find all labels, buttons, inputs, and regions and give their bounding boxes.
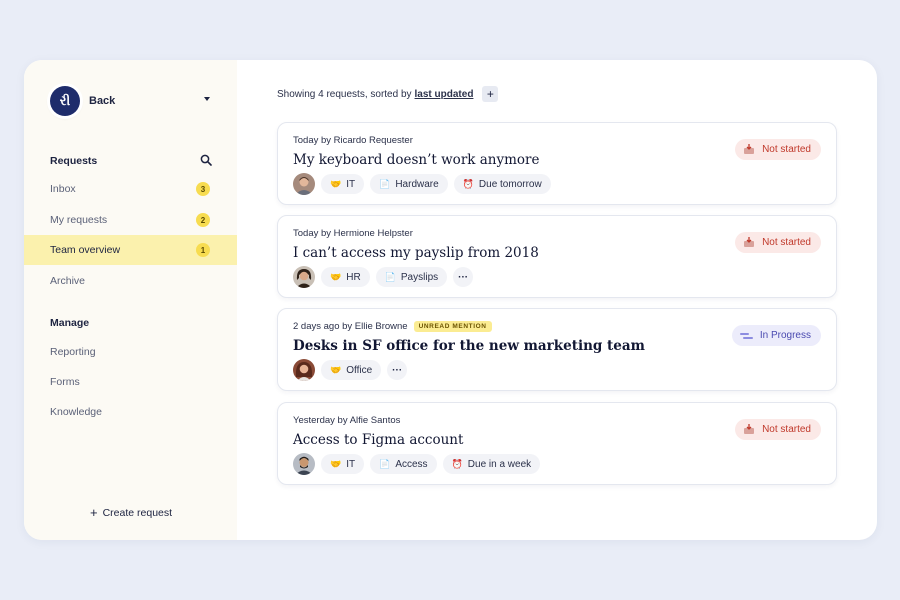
request-summary: Showing 4 requests, sorted by last updat…: [277, 86, 499, 102]
status-label: In Progress: [759, 330, 811, 341]
sidebar-item-label: My requests: [50, 214, 108, 226]
workspace-switcher[interactable]: રી Back: [50, 86, 115, 116]
request-tags: 🤝 HR 📄 Payslips ···: [293, 266, 474, 288]
tag-label: IT: [346, 458, 356, 470]
status-badge[interactable]: Not started: [735, 419, 821, 440]
sidebar-item-archive[interactable]: Archive: [24, 266, 237, 296]
workspace-name: Back: [89, 95, 116, 107]
sidebar-item-label: Inbox: [50, 183, 76, 195]
tag-team[interactable]: 🤝 HR: [321, 267, 370, 287]
sidebar-item-forms[interactable]: Forms: [24, 367, 237, 397]
count-badge: 2: [196, 213, 210, 227]
handshake-icon: 🤝: [330, 271, 342, 282]
document-icon: 📄: [379, 458, 391, 469]
tag-category[interactable]: 📄 Payslips: [375, 267, 448, 287]
tag-due[interactable]: ⏰ Due in a week: [442, 454, 541, 474]
tag-due[interactable]: ⏰ Due tomorrow: [453, 174, 551, 194]
document-icon: 📄: [384, 271, 396, 282]
document-icon: 📄: [379, 178, 391, 189]
request-title[interactable]: I can’t access my payslip from 2018: [293, 245, 539, 261]
status-label: Not started: [762, 237, 811, 248]
request-meta-text: Today by Hermione Helpster: [293, 228, 413, 239]
handshake-icon: 🤝: [330, 458, 342, 469]
create-request-label: Create request: [102, 506, 173, 519]
request-title[interactable]: Desks in SF office for the new marketing…: [293, 338, 645, 354]
tag-label: Hardware: [395, 178, 439, 190]
sidebar-item-inbox[interactable]: Inbox 3: [24, 174, 237, 204]
alarm-clock-icon: ⏰: [462, 178, 474, 189]
sidebar-item-label: Team overview: [50, 244, 121, 256]
request-tags: 🤝 IT 📄 Hardware ⏰ Due tomorrow: [293, 173, 557, 195]
summary-text: Showing 4 requests, sorted by: [277, 88, 412, 100]
avatar: [293, 453, 315, 475]
inbox-tray-icon: [743, 424, 755, 435]
request-tags: 🤝 Office ···: [293, 359, 408, 381]
sidebar-item-label: Archive: [50, 275, 86, 287]
add-filter-button[interactable]: +: [482, 86, 499, 102]
inbox-tray-icon: [743, 237, 755, 248]
status-label: Not started: [762, 424, 811, 435]
status-label: Not started: [762, 144, 811, 155]
sidebar-item-reporting[interactable]: Reporting: [24, 337, 237, 367]
manage-section-title: Manage: [50, 317, 90, 329]
handshake-icon: 🤝: [330, 178, 342, 189]
request-card[interactable]: 2 days ago by Ellie Browne UNREAD MENTIO…: [277, 308, 837, 391]
request-meta-text: 2 days ago by Ellie Browne: [293, 321, 408, 332]
sidebar-item-team-overview[interactable]: Team overview 1: [24, 235, 237, 265]
requests-section-title: Requests: [50, 155, 98, 167]
sidebar-item-label: Forms: [50, 376, 80, 388]
search-icon[interactable]: [200, 154, 212, 166]
app-window: રી Back Requests Inbox 3 My requests 2 T…: [24, 60, 877, 540]
avatar: [293, 359, 315, 381]
tag-label: Due tomorrow: [478, 178, 542, 190]
request-card[interactable]: Today by Hermione Helpster I can’t acces…: [277, 215, 837, 298]
tag-category[interactable]: 📄 Access: [370, 454, 437, 474]
request-meta-text: Yesterday by Alfie Santos: [293, 415, 401, 426]
sidebar-item-knowledge[interactable]: Knowledge: [24, 397, 237, 427]
status-badge[interactable]: In Progress: [731, 325, 821, 346]
avatar: [293, 173, 315, 195]
sidebar-item-label: Knowledge: [50, 406, 102, 418]
sidebar-item-label: Reporting: [50, 346, 96, 358]
tag-label: Office: [346, 364, 373, 376]
request-meta: Today by Hermione Helpster: [293, 228, 413, 239]
more-tags-button[interactable]: ···: [387, 360, 408, 380]
tag-label: Due in a week: [467, 458, 532, 470]
chevron-down-icon[interactable]: [204, 97, 210, 101]
tag-category[interactable]: 📄 Hardware: [370, 174, 448, 194]
tag-label: HR: [346, 271, 361, 283]
request-meta-text: Today by Ricardo Requester: [293, 135, 413, 146]
sidebar: રી Back Requests Inbox 3 My requests 2 T…: [24, 60, 237, 540]
tag-team[interactable]: 🤝 Office: [321, 360, 382, 380]
app-logo: રી: [50, 86, 80, 116]
count-badge: 3: [196, 182, 210, 196]
status-badge[interactable]: Not started: [735, 139, 821, 160]
request-card[interactable]: Today by Ricardo Requester My keyboard d…: [277, 122, 837, 205]
tag-label: IT: [346, 178, 356, 190]
request-meta: Yesterday by Alfie Santos: [293, 415, 400, 426]
tag-team[interactable]: 🤝 IT: [321, 174, 365, 194]
count-badge: 1: [196, 243, 210, 257]
tag-team[interactable]: 🤝 IT: [321, 454, 365, 474]
status-badge[interactable]: Not started: [735, 232, 821, 253]
tag-label: Payslips: [400, 271, 439, 283]
request-meta: Today by Ricardo Requester: [293, 135, 413, 146]
more-tags-button[interactable]: ···: [453, 267, 474, 287]
inbox-tray-icon: [743, 144, 755, 155]
create-request-button[interactable]: + Create request: [90, 506, 172, 519]
avatar: [293, 266, 315, 288]
in-progress-icon: [739, 331, 753, 341]
request-card[interactable]: Yesterday by Alfie Santos Access to Figm…: [277, 402, 837, 485]
sort-selector[interactable]: last updated: [415, 89, 474, 100]
request-title[interactable]: My keyboard doesn’t work anymore: [293, 152, 539, 168]
unread-mention-badge: UNREAD MENTION: [413, 321, 492, 332]
request-title[interactable]: Access to Figma account: [293, 432, 463, 448]
plus-icon: +: [90, 505, 98, 520]
sidebar-item-my-requests[interactable]: My requests 2: [24, 205, 237, 235]
alarm-clock-icon: ⏰: [451, 458, 463, 469]
tag-label: Access: [395, 458, 428, 470]
request-meta: 2 days ago by Ellie Browne UNREAD MENTIO…: [293, 321, 492, 332]
request-tags: 🤝 IT 📄 Access ⏰ Due in a week: [293, 453, 546, 475]
handshake-icon: 🤝: [330, 364, 342, 375]
